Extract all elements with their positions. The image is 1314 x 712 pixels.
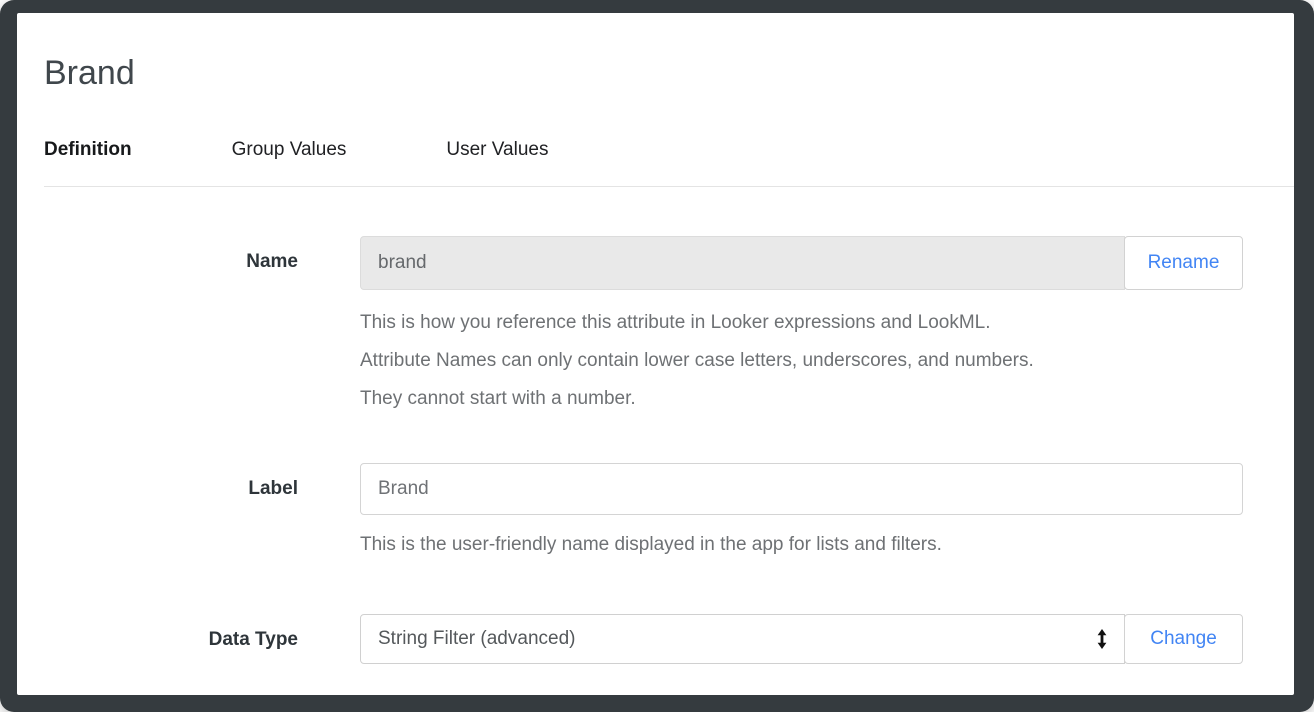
label-field: This is the user-friendly name displayed… — [360, 463, 1243, 559]
name-input[interactable] — [360, 236, 1125, 290]
change-button[interactable]: Change — [1124, 614, 1243, 664]
name-label: Name — [17, 236, 298, 418]
tab-definition[interactable]: Definition — [44, 139, 132, 161]
name-help-line: Attribute Names can only contain lower c… — [360, 342, 1243, 380]
tab-divider — [44, 186, 1294, 187]
name-help-line: This is how you reference this attribute… — [360, 304, 1243, 342]
tab-user-values[interactable]: User Values — [446, 139, 548, 161]
data-type-label: Data Type — [17, 614, 298, 666]
data-type-row: Data Type String Filter (advanced) — [17, 614, 1294, 666]
label-input[interactable] — [360, 463, 1243, 515]
tab-bar: Definition Group Values User Values — [44, 139, 1294, 161]
name-help-text: This is how you reference this attribute… — [360, 304, 1243, 418]
data-type-input-group: String Filter (advanced) Change — [360, 614, 1243, 664]
tab-group-values[interactable]: Group Values — [232, 139, 347, 161]
rename-button[interactable]: Rename — [1124, 236, 1243, 290]
name-field: Rename This is how you reference this at… — [360, 236, 1243, 418]
data-type-select[interactable]: String Filter (advanced) — [360, 614, 1125, 664]
label-row: Label This is the user-friendly name dis… — [17, 463, 1294, 559]
data-type-selected-value: String Filter (advanced) — [378, 628, 575, 650]
app-frame: Brand Definition Group Values User Value… — [0, 0, 1314, 712]
attribute-editor-card: Brand Definition Group Values User Value… — [17, 13, 1294, 695]
page-title: Brand — [44, 53, 1294, 93]
data-type-field: String Filter (advanced) Change — [360, 614, 1243, 666]
label-label: Label — [17, 463, 298, 559]
name-input-group: Rename — [360, 236, 1243, 290]
label-help-text: This is the user-friendly name displayed… — [360, 531, 1243, 559]
name-row: Name Rename This is how you reference th… — [17, 236, 1294, 418]
name-help-line: They cannot start with a number. — [360, 380, 1243, 418]
updown-arrow-icon — [1095, 627, 1109, 651]
